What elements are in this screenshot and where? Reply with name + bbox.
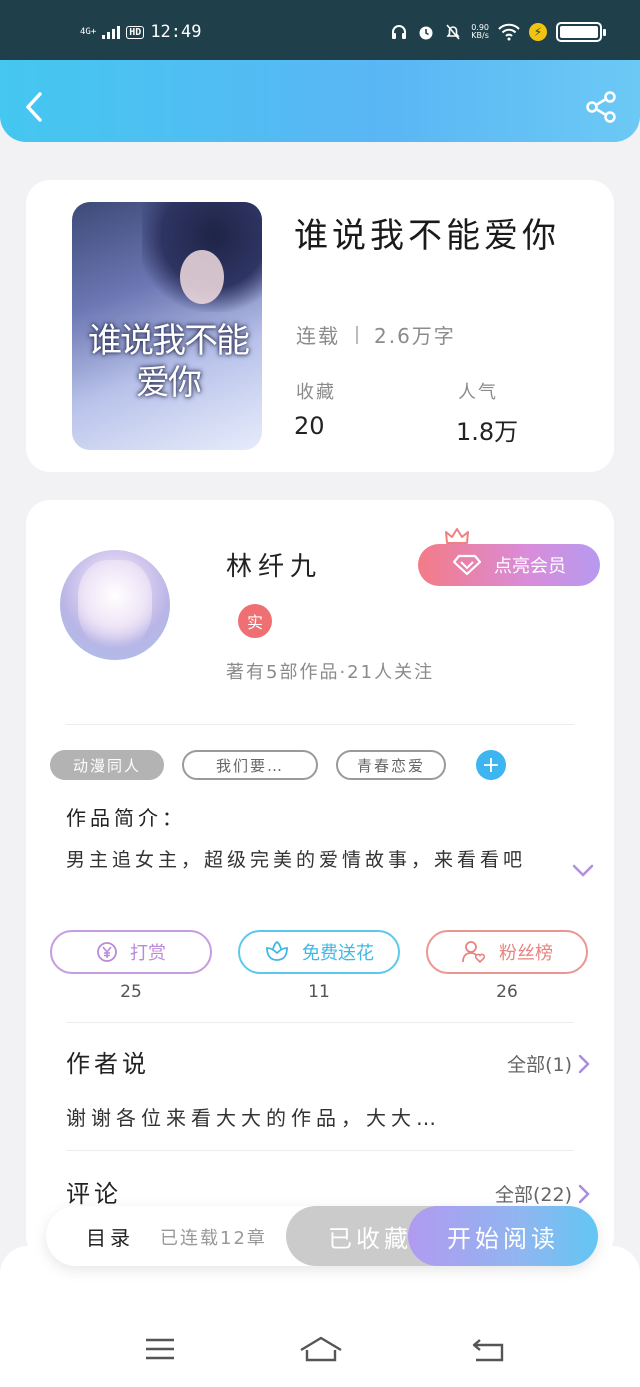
author-avatar[interactable] [60,550,170,660]
crown-icon [445,528,469,544]
real-name-badge: 实 [238,604,272,638]
tag-list: 动漫同人 我们要… 青春恋爱 + [50,750,506,780]
return-icon[interactable] [470,1334,506,1364]
vip-button[interactable]: 点亮会员 [418,544,600,586]
author-says-more[interactable]: 全部(1) [507,1050,590,1077]
popularity-value: 1.8万 [456,418,519,446]
chevron-right-icon [578,1054,590,1073]
tip-button-label: 打赏 [130,943,166,964]
comments-title: 评论 [66,1180,122,1208]
author-says-title: 作者说 [66,1050,150,1078]
popularity-label: 人气 [458,382,498,403]
send-flower-button[interactable]: 免费送花 [238,930,400,974]
book-info-card: 谁说我不能爱你 谁说我不能爱你 连载 2.6万字 收藏 20 人气 1.8万 [26,180,614,472]
book-meta: 连载 2.6万字 [296,320,456,349]
divider [66,1022,574,1023]
chevron-down-icon[interactable] [572,864,594,878]
divider [66,724,574,725]
mute-bell-icon [446,24,460,40]
menu-icon[interactable] [142,1334,178,1364]
alarm-icon [419,26,433,40]
yuan-coin-icon [97,942,117,962]
fan-ranking-label: 粉丝榜 [499,943,553,964]
status-time: 12:49 [150,22,202,42]
tip-count: 25 [120,982,142,1002]
author-stats: 著有5部作品·21人关注 [226,662,435,683]
headphones-icon [392,25,407,39]
comments-more[interactable]: 全部(22) [495,1180,590,1207]
fan-count: 26 [496,982,518,1002]
chapter-count: 已连载12章 [160,1228,267,1249]
send-flower-label: 免费送花 [302,943,374,964]
chevron-right-icon [578,1184,590,1203]
intro-text: 男主追女主，超级完美的爱情故事，来看看吧 [66,849,527,871]
favorites-label: 收藏 [296,382,336,403]
tag-youth-romance[interactable]: 青春恋爱 [336,750,446,780]
table-of-contents-button[interactable]: 目录 [86,1222,134,1251]
hd-badge: HD [126,25,145,39]
flower-icon [266,940,288,961]
word-count: 2.6万字 [374,324,456,348]
bottom-action-bar: 目录 已连载12章 已收藏 开始阅读 [46,1206,598,1266]
cover-art-face [180,250,224,304]
back-icon[interactable] [20,90,50,124]
charging-icon: ⚡ [529,23,547,41]
fan-ranking-button[interactable]: 粉丝榜 [426,930,588,974]
intro-label: 作品简介： [66,806,186,830]
author-name[interactable]: 林纤九 [226,546,322,583]
author-says-text[interactable]: 谢谢各位来看大大的作品，大大… [66,1102,441,1131]
add-tag-button[interactable]: + [476,750,506,780]
status-bar: 4G+ HD 12:49 0.90 KB/s ⚡ [0,0,640,60]
cover-title: 谁说我不能爱你 [88,321,250,403]
book-title: 谁说我不能爱你 [294,216,560,256]
divider [66,1150,574,1151]
status-left: 4G+ HD 12:49 [80,22,202,42]
vip-button-label: 点亮会员 [494,556,566,577]
status-right: 0.90 KB/s ⚡ [390,22,606,42]
meta-divider [356,325,358,344]
diamond-icon [452,554,482,576]
book-cover[interactable]: 谁说我不能爱你 [72,202,262,450]
system-nav-bar [0,1246,640,1387]
fan-user-icon [462,941,486,964]
network-type: 4G+ [80,26,97,37]
wifi-icon [498,23,520,41]
tag-anime[interactable]: 动漫同人 [50,750,164,780]
author-says-more-label: 全部(1) [507,1054,572,1076]
serial-status: 连载 [296,324,340,348]
tag-women[interactable]: 我们要… [182,750,318,780]
favorites-value: 20 [294,412,325,440]
home-icon[interactable] [298,1334,344,1364]
app-header [0,60,640,142]
signal-icon [102,25,121,39]
flower-count: 11 [308,982,330,1002]
book-detail-card: 林纤九 点亮会员 实 著有5部作品·21人关注 动漫同人 我们要… 青春恋爱 +… [26,500,614,1260]
net-speed: 0.90 KB/s [471,23,489,40]
share-icon[interactable] [584,90,618,124]
start-reading-button[interactable]: 开始阅读 [408,1206,598,1266]
comments-more-label: 全部(22) [494,1184,572,1206]
tip-button[interactable]: 打赏 [50,930,212,974]
battery-icon [556,22,606,42]
